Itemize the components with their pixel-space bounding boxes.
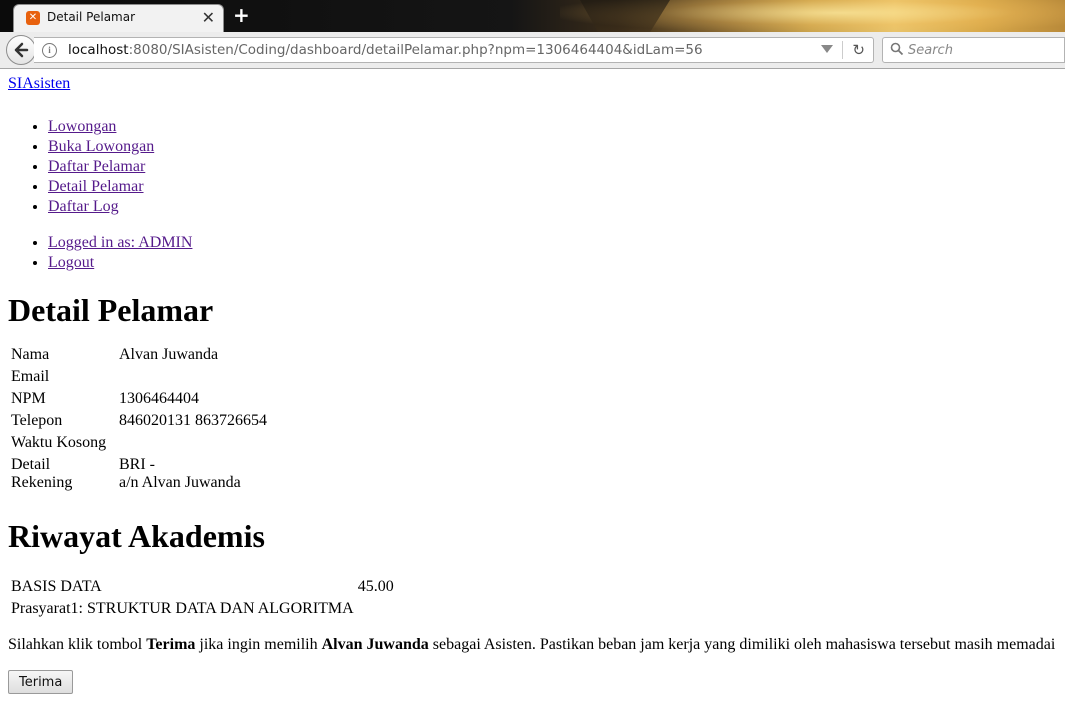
nav-link-detail-pelamar[interactable]: Detail Pelamar [48, 178, 144, 195]
row-value [118, 367, 268, 387]
history-dropdown-icon[interactable] [821, 45, 833, 53]
row-value: 846020131 863726654 [119, 412, 267, 429]
row-label: Email [11, 368, 50, 385]
row-label: NPM [11, 390, 46, 407]
search-icon [890, 42, 904, 56]
nav-link-buka-lowongan[interactable]: Buka Lowongan [48, 138, 154, 155]
navigation-toolbar: i localhost:8080/SIAsisten/Coding/dashbo… [0, 32, 1065, 69]
info-icon[interactable]: i [42, 43, 57, 58]
table-row: Telepon 846020131 863726654 [10, 411, 268, 431]
tab-title: Detail Pelamar [47, 10, 136, 24]
user-nav: Logged in as: ADMIN Logout [8, 233, 1058, 273]
reload-icon[interactable]: ↻ [852, 41, 865, 59]
applicant-detail-table: Nama Alvan Juwanda Email NPM 1306464404 Te… [8, 343, 270, 495]
row-value: Alvan Juwanda [119, 346, 219, 363]
table-row: Waktu Kosong [10, 433, 268, 453]
logged-in-link[interactable]: Logged in as: ADMIN [48, 234, 192, 251]
nav-item: Logout [48, 253, 1058, 273]
tab-strip: ✕ Detail Pelamar ✕ + [0, 0, 1065, 32]
course-prerequisite: Prasyarat1: STRUKTUR DATA DAN ALGORITMA [11, 600, 354, 617]
main-nav: Lowongan Buka Lowongan Daftar Pelamar De… [8, 117, 1058, 217]
page-title: Detail Pelamar [8, 292, 214, 328]
row-label: Telepon [11, 412, 63, 429]
page-content: SIAsisten Lowongan Buka Lowongan Daftar … [8, 69, 1058, 694]
account-holder: a/n Alvan Juwanda [119, 474, 241, 491]
browser-tab[interactable]: ✕ Detail Pelamar ✕ [13, 4, 224, 32]
table-row: Detail Rekening BRI - a/n Alvan Juwanda [10, 455, 268, 493]
table-row: Email [10, 367, 268, 387]
search-placeholder: Search [908, 43, 953, 58]
course-score: 45.00 [357, 578, 394, 595]
close-tab-icon[interactable]: ✕ [202, 8, 215, 27]
logout-link[interactable]: Logout [48, 254, 94, 271]
xampp-icon: ✕ [26, 11, 40, 25]
table-row: Nama Alvan Juwanda [10, 345, 268, 365]
brand-link[interactable]: SIAsisten [8, 75, 70, 92]
nav-item: Daftar Pelamar [48, 157, 1058, 177]
course-name: BASIS DATA [11, 578, 102, 595]
row-label: Waktu Kosong [11, 434, 107, 451]
back-arrow-icon [14, 42, 29, 58]
terima-button[interactable]: Terima [8, 670, 74, 694]
row-value [118, 433, 268, 453]
academic-history-table: BASIS DATA 45.00 Prasyarat1: STRUKTUR DA… [8, 575, 397, 621]
row-label: Nama [11, 346, 50, 363]
bank-name: BRI - [119, 456, 155, 473]
nav-item: Logged in as: ADMIN [48, 233, 1058, 253]
row-value: 1306464404 [119, 390, 199, 407]
nav-link-lowongan[interactable]: Lowongan [48, 118, 116, 135]
nav-link-daftar-log[interactable]: Daftar Log [48, 198, 119, 215]
search-input[interactable]: Search [882, 37, 1065, 63]
row-value: BRI - a/n Alvan Juwanda [118, 455, 268, 493]
section-title: Riwayat Akademis [8, 518, 265, 554]
nav-item: Detail Pelamar [48, 177, 1058, 197]
nav-item: Buka Lowongan [48, 137, 1058, 157]
nav-link-daftar-pelamar[interactable]: Daftar Pelamar [48, 158, 145, 175]
address-bar[interactable]: i localhost:8080/SIAsisten/Coding/dashbo… [34, 37, 874, 63]
back-button[interactable] [6, 35, 36, 65]
table-row: Prasyarat1: STRUKTUR DATA DAN ALGORITMA [10, 599, 395, 619]
nav-item: Daftar Log [48, 197, 1058, 217]
table-row: BASIS DATA 45.00 [10, 577, 395, 597]
new-tab-button[interactable]: + [233, 3, 250, 27]
row-label: Detail Rekening [11, 456, 73, 491]
url-text[interactable]: localhost:8080/SIAsisten/Coding/dashboar… [68, 42, 703, 58]
nav-item: Lowongan [48, 117, 1058, 137]
confirmation-note: Silahkan klik tombol Terima jika ingin m… [8, 636, 1056, 653]
table-row: NPM 1306464404 [10, 389, 268, 409]
